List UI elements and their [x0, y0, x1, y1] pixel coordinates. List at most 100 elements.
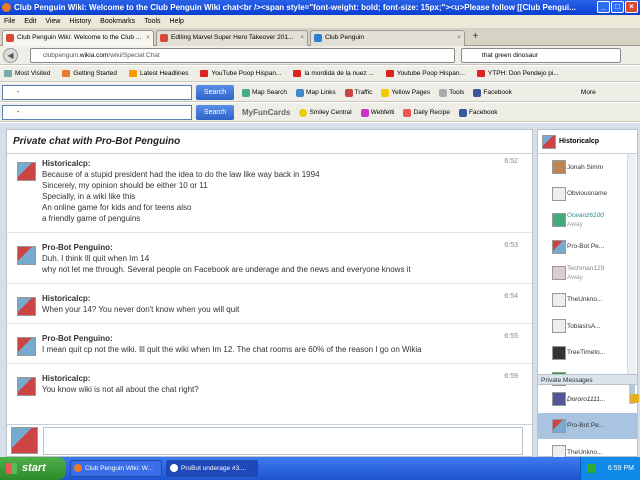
user-list-item[interactable]: Obviousname	[538, 181, 627, 208]
club-penguin-icon	[314, 34, 322, 42]
user-list-item[interactable]: Techman129 Away	[538, 260, 627, 287]
user-list: Jonah Simm Obviousname Oceanz6100 Away Pr…	[538, 154, 629, 393]
url-domain: wikia.com	[79, 52, 109, 59]
tab-editing-marvel[interactable]: Editing Marvel Super Hero Takeover 201..…	[156, 30, 308, 46]
avatar	[17, 297, 36, 316]
menu-history[interactable]: History	[69, 15, 91, 28]
message-time: 6:59	[504, 373, 518, 380]
avatar	[552, 160, 566, 174]
current-user-name: Historicalcp	[559, 138, 600, 145]
user-list-item[interactable]: Pro-Bot Pe...	[538, 234, 627, 261]
toolbar-webfetti[interactable]: Webfetti	[360, 108, 394, 117]
message-divider	[7, 363, 532, 364]
bookmark-most-visited[interactable]: Most Visited	[4, 70, 50, 77]
taskbar-item-firefox[interactable]: Club Penguin Wiki: W...	[70, 460, 162, 477]
user-list-item[interactable]: TreeTimeto...	[538, 340, 627, 367]
bookmark-youtube-4[interactable]: YTPH: Don Pendejo pi...	[476, 70, 559, 77]
taskbar-item-paint[interactable]: ProBot underage #3....	[166, 460, 258, 477]
menu-help[interactable]: Help	[170, 15, 184, 28]
chat-message: Historicalcp: 6:52 Because of a stupid p…	[7, 156, 532, 224]
url-bar[interactable]: clubpenguin.wikia.com/wiki/Special:Chat	[30, 48, 455, 63]
bookmark-getting-started[interactable]: Getting Started	[62, 70, 117, 77]
message-text: An online game for kids and for teens al…	[42, 203, 192, 212]
toolbar-facebook[interactable]: Facebook	[473, 88, 512, 97]
chat-mod-icon	[630, 394, 639, 403]
message-divider	[7, 232, 532, 233]
avatar	[552, 345, 566, 360]
avatar	[552, 292, 566, 307]
back-button[interactable]: ◀	[3, 48, 18, 63]
menu-view[interactable]: View	[45, 15, 60, 28]
current-user[interactable]: Historicalcp	[538, 130, 637, 154]
menu-bar: File Edit View History Bookmarks Tools H…	[0, 15, 640, 28]
menu-tools[interactable]: Tools	[144, 15, 160, 28]
tab-club-penguin-wiki[interactable]: Club Penguin Wiki: Welcome to the Club .…	[2, 30, 154, 47]
toolbar-traffic[interactable]: Traffic	[344, 88, 372, 97]
maximize-button[interactable]: □	[611, 1, 624, 13]
chat-message-input[interactable]	[43, 427, 523, 455]
chat-message: Historicalcp: 6:59 You know wiki is not …	[7, 371, 532, 396]
message-text: You know wiki is not all about the chat …	[42, 385, 199, 394]
tab-close-icon[interactable]: ×	[300, 31, 304, 45]
wikia-icon	[160, 34, 168, 42]
start-button[interactable]: start	[0, 457, 66, 480]
message-user: Pro-Bot Penguino:	[42, 334, 113, 343]
firefox-icon	[2, 3, 11, 12]
tab-close-icon[interactable]: ×	[146, 31, 150, 45]
user-list-item[interactable]: Oceanz6100 Away	[538, 207, 627, 234]
user-list-item[interactable]: Jonah Simm	[538, 154, 627, 181]
avatar	[552, 213, 566, 227]
toolbar-search-input[interactable]: -	[2, 85, 192, 100]
toolbar2-search-value: -	[17, 109, 20, 116]
message-time: 6:52	[504, 158, 518, 165]
network-icon[interactable]	[587, 464, 596, 473]
browser-search-value: that green dinosaur	[482, 52, 539, 59]
toolbar-map-links[interactable]: Map Links	[296, 88, 336, 97]
user-list-item[interactable]: TobiasIsA...	[538, 313, 627, 340]
toolbar2-facebook[interactable]: Facebook	[458, 108, 498, 117]
avatar	[552, 418, 566, 433]
clock: 6:59 PM	[607, 465, 634, 472]
close-button[interactable]: ×	[625, 1, 638, 13]
url-path: /wiki/Special:Chat	[108, 52, 160, 59]
avatar	[17, 162, 36, 181]
tab-close-icon[interactable]: ×	[457, 31, 461, 45]
minimize-button[interactable]: _	[597, 1, 610, 13]
window-title: Club Penguin Wiki: Welcome to the Club P…	[14, 3, 576, 12]
browser-search-input[interactable]: that green dinosaur	[461, 48, 621, 63]
myfuncards-logo[interactable]: MyFunCards	[242, 108, 290, 117]
avatar	[552, 266, 566, 280]
bookmark-youtube-2[interactable]: la mordida de la nuez ...	[293, 70, 374, 77]
toolbar-search-value: -	[17, 89, 20, 96]
private-message-item-selected[interactable]: Pro-Bot Pe...	[538, 412, 637, 439]
system-tray: 6:59 PM	[580, 457, 640, 480]
message-text: Sincerely, my opinion should be either 1…	[42, 181, 208, 190]
toolbar2-search-input[interactable]: -	[2, 105, 192, 120]
toolbar-smiley-central[interactable]: Smiley Central	[299, 108, 352, 117]
avatar	[552, 239, 566, 254]
toolbar-tools[interactable]: Tools	[439, 88, 464, 97]
toolbar2-search-button[interactable]: Search	[196, 105, 234, 120]
toolbar-search-button[interactable]: Search	[196, 85, 234, 100]
message-user: Historicalcp:	[42, 294, 91, 303]
user-list-scrollbar[interactable]	[627, 154, 636, 404]
avatar	[552, 186, 566, 201]
bookmark-youtube-3[interactable]: Youtube Poop Hispan...	[385, 70, 465, 77]
new-tab-button[interactable]: +	[469, 31, 482, 44]
menu-file[interactable]: File	[4, 15, 15, 28]
toolbar-yellow-pages[interactable]: Yellow Pages	[381, 88, 430, 97]
user-list-item[interactable]: TheUnkno...	[538, 287, 627, 314]
bookmark-youtube-1[interactable]: YouTube Poop Hispan...	[200, 70, 281, 77]
chat-page: Private chat with Pro-Bot Penguino Histo…	[0, 123, 640, 459]
tab-bar: Club Penguin Wiki: Welcome to the Club .…	[0, 28, 640, 47]
toolbar-map-search[interactable]: Map Search	[242, 88, 287, 97]
private-message-item[interactable]: Dororo1111...	[538, 386, 639, 413]
menu-bookmarks[interactable]: Bookmarks	[100, 15, 135, 28]
toolbar-daily-recipe[interactable]: Daily Recipe	[403, 108, 450, 117]
menu-edit[interactable]: Edit	[24, 15, 36, 28]
message-list[interactable]: Historicalcp: 6:52 Because of a stupid p…	[7, 156, 532, 414]
bookmark-latest-headlines[interactable]: Latest Headlines	[129, 70, 188, 77]
navigation-bar: ◀ clubpenguin.wikia.com/wiki/Special:Cha…	[0, 46, 640, 65]
tab-club-penguin[interactable]: Club Penguin ×	[310, 30, 465, 46]
toolbar-more[interactable]: More	[581, 89, 596, 96]
